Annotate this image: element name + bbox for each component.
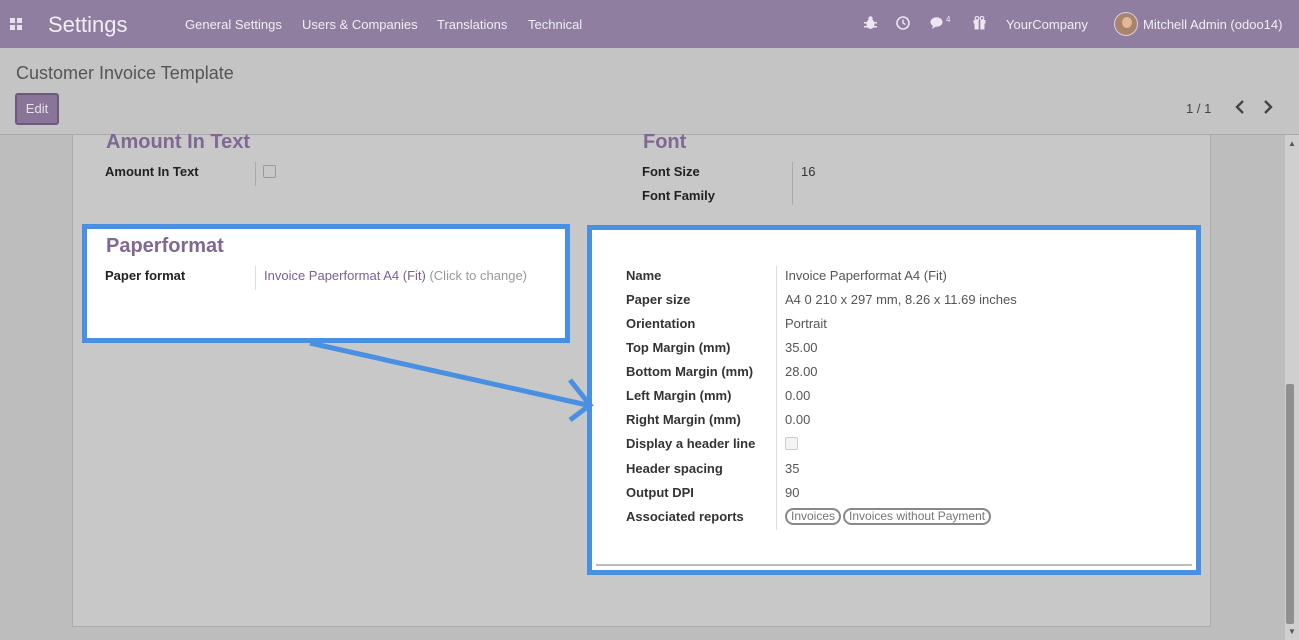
- field-separator: [776, 266, 777, 530]
- paper-format-hint: (Click to change): [429, 268, 528, 283]
- section-paperformat: Paperformat: [106, 235, 224, 257]
- detail-right-margin-value: 0.00: [785, 412, 811, 427]
- gift-icon[interactable]: [973, 15, 986, 33]
- edit-button[interactable]: Edit: [15, 93, 59, 125]
- menu-users-companies[interactable]: Users & Companies: [302, 17, 418, 32]
- amount-in-text-label: Amount In Text: [105, 164, 199, 179]
- scrollbar-thumb[interactable]: [1286, 384, 1294, 624]
- detail-bottom-margin-value: 28.00: [785, 364, 818, 379]
- user-menu[interactable]: Mitchell Admin (odoo14): [1143, 17, 1282, 32]
- detail-reports-label: Associated reports: [626, 509, 744, 524]
- detail-header-spacing-value: 35: [785, 461, 800, 476]
- menu-translations[interactable]: Translations: [437, 17, 507, 32]
- detail-name-value: Invoice Paperformat A4 (Fit): [785, 268, 947, 283]
- detail-dpi-label: Output DPI: [626, 485, 694, 500]
- paper-format-link[interactable]: Invoice Paperformat A4 (Fit): [264, 268, 426, 283]
- detail-name-label: Name: [626, 268, 662, 283]
- section-font: Font: [643, 131, 687, 153]
- breadcrumb-title: Customer Invoice Template: [16, 63, 234, 83]
- detail-size-value: A4 0 210 x 297 mm, 8.26 x 11.69 inches: [785, 292, 1017, 307]
- detail-orientation-label: Orientation: [626, 316, 696, 331]
- apps-menu-icon[interactable]: [10, 18, 22, 30]
- report-tag: Invoices without Payment: [843, 508, 992, 525]
- paper-format-label: Paper format: [105, 268, 186, 283]
- detail-orientation-value: Portrait: [785, 316, 827, 331]
- activity-clock-icon[interactable]: [896, 16, 910, 33]
- detail-left-margin-value: 0.00: [785, 388, 811, 403]
- detail-top-margin-label: Top Margin (mm): [626, 340, 731, 355]
- section-amount-in-text: Amount In Text: [106, 131, 251, 153]
- report-tag: Invoices: [785, 508, 842, 525]
- field-separator: [792, 162, 793, 205]
- amount-in-text-checkbox[interactable]: [263, 165, 276, 178]
- detail-header-line-label: Display a header line: [626, 436, 756, 451]
- pager-next-icon[interactable]: [1263, 100, 1273, 119]
- font-size-label: Font Size: [642, 164, 700, 179]
- detail-bottom-margin-label: Bottom Margin (mm): [626, 364, 754, 379]
- menu-technical[interactable]: Technical: [528, 17, 582, 32]
- app-brand[interactable]: Settings: [48, 12, 128, 38]
- field-separator: [255, 266, 256, 290]
- font-family-label: Font Family: [642, 188, 715, 203]
- messages-chat-icon[interactable]: [930, 16, 946, 33]
- top-navbar: Settings General Settings Users & Compan…: [0, 0, 1299, 48]
- messages-count-badge: 4: [946, 15, 951, 24]
- detail-reports-tags: Invoices Invoices without Payment: [785, 508, 993, 525]
- control-panel: Customer Invoice Template Edit 1 / 1: [0, 48, 1299, 135]
- detail-header-spacing-label: Header spacing: [626, 461, 723, 476]
- detail-dpi-value: 90: [785, 485, 800, 500]
- font-size-value[interactable]: 16: [801, 164, 815, 179]
- menu-general-settings[interactable]: General Settings: [185, 17, 282, 32]
- detail-right-margin-label: Right Margin (mm): [626, 412, 741, 427]
- company-switcher[interactable]: YourCompany: [1006, 17, 1088, 32]
- user-avatar[interactable]: [1114, 12, 1138, 36]
- detail-left-margin-label: Left Margin (mm): [626, 388, 732, 403]
- scroll-up-icon[interactable]: ▲: [1288, 139, 1296, 148]
- scroll-down-icon[interactable]: ▼: [1288, 627, 1296, 636]
- pager-previous-icon[interactable]: [1235, 100, 1245, 119]
- detail-top-margin-value: 35.00: [785, 340, 818, 355]
- paper-format-field[interactable]: Invoice Paperformat A4 (Fit) (Click to c…: [264, 268, 527, 283]
- detail-size-label: Paper size: [626, 292, 691, 307]
- field-separator: [255, 162, 256, 186]
- detail-header-line-checkbox: [785, 437, 798, 450]
- debug-bug-icon[interactable]: [864, 16, 877, 33]
- pager-value[interactable]: 1 / 1: [1186, 101, 1211, 116]
